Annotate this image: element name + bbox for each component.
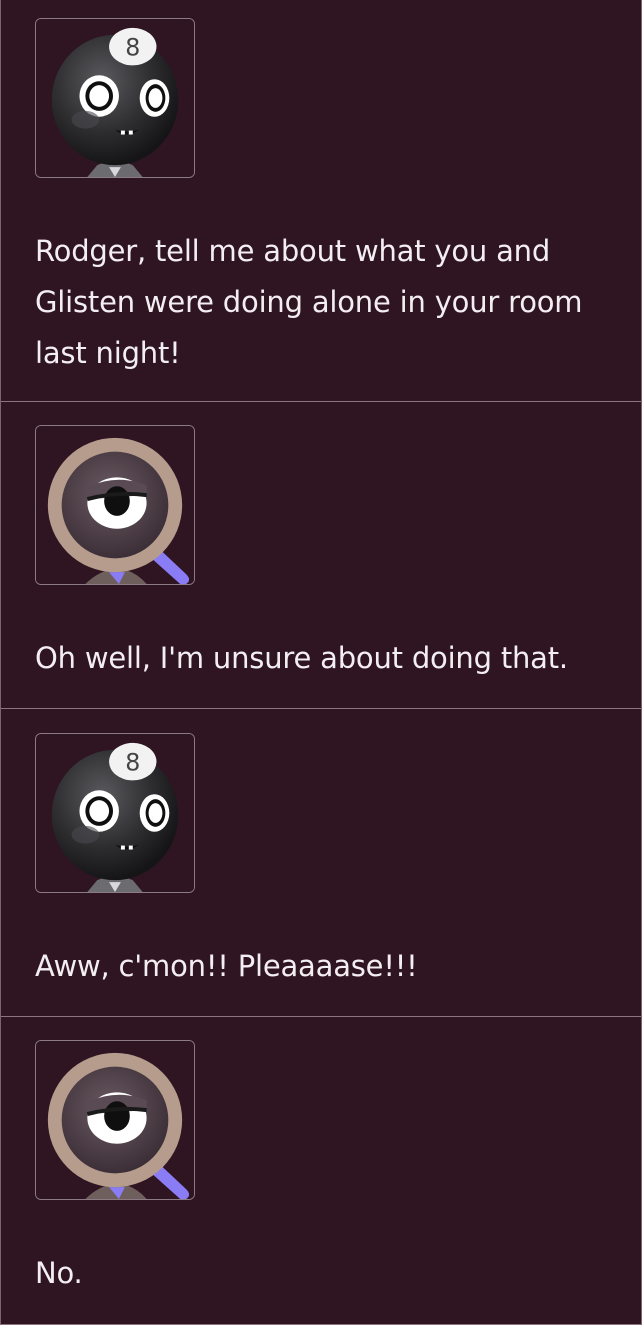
message-thread: Rodger, tell me about what you and Glist… (0, 0, 642, 1325)
message-item: No. (1, 1017, 641, 1325)
magnifying-glass-character-icon (35, 425, 195, 585)
message-text: Oh well, I'm unsure about doing that. (35, 641, 568, 675)
message-text: Aww, c'mon!! Pleaaaase!!! (35, 949, 418, 983)
message-text: No. (35, 1256, 83, 1290)
message-text: Rodger, tell me about what you and Glist… (35, 234, 583, 370)
eight-ball-character-icon (35, 733, 195, 893)
magnifying-glass-character-icon (35, 1040, 195, 1200)
message-item: Rodger, tell me about what you and Glist… (1, 0, 641, 402)
message-item: Aww, c'mon!! Pleaaaase!!! (1, 709, 641, 1017)
message-item: Oh well, I'm unsure about doing that. (1, 402, 641, 709)
eight-ball-character-icon (35, 18, 195, 178)
